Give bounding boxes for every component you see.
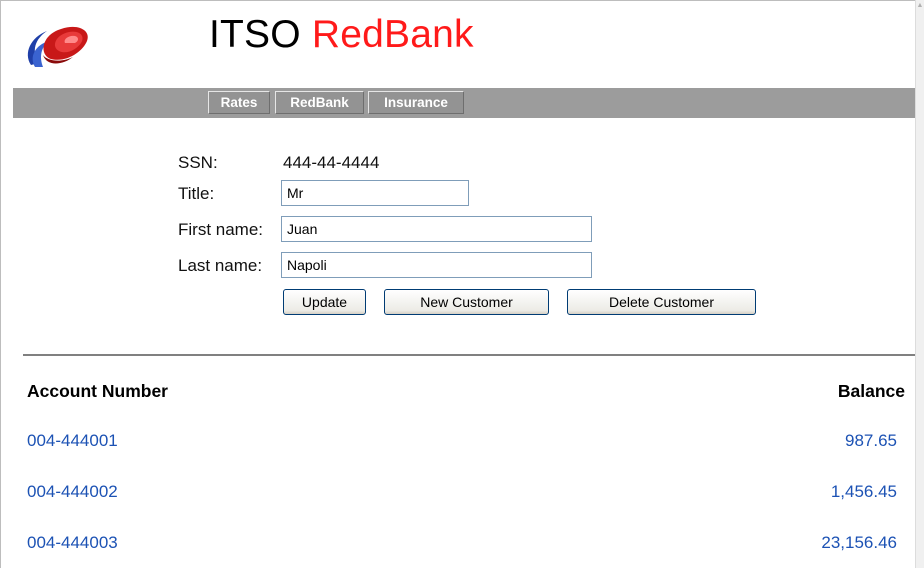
itso-swirl-logo-icon: [27, 26, 88, 67]
account-balance-1: 987.65: [845, 431, 897, 450]
title-field[interactable]: [281, 180, 469, 206]
app-title-redbank: RedBank: [311, 13, 474, 56]
account-link-3[interactable]: 004-444003: [27, 533, 118, 553]
tab-redbank[interactable]: RedBank: [275, 91, 364, 114]
section-divider: [23, 354, 916, 356]
last-name-field[interactable]: [281, 252, 592, 278]
delete-customer-button[interactable]: Delete Customer: [567, 289, 756, 315]
tab-rates[interactable]: Rates: [208, 91, 270, 114]
update-button[interactable]: Update: [283, 289, 366, 315]
app-title-itso: ITSO: [209, 13, 301, 56]
ssn-value: 444-44-4444: [283, 153, 380, 172]
account-link-2[interactable]: 004-444002: [27, 482, 118, 502]
account-balance-2: 1,456.45: [830, 482, 897, 501]
account-link-1[interactable]: 004-444001: [27, 431, 118, 451]
scroll-up-arrow-icon[interactable]: ▲: [916, 0, 924, 12]
balance-header: Balance: [837, 381, 905, 401]
last-name-label: Last name:: [178, 256, 263, 275]
nav-bar: Rates RedBank Insurance: [13, 88, 916, 118]
ssn-label: SSN:: [178, 153, 218, 172]
tab-insurance[interactable]: Insurance: [368, 91, 464, 114]
account-number-header: Account Number: [27, 381, 168, 401]
browser-content: ITSO RedBank Rates RedBank Insurance SSN…: [0, 0, 916, 568]
first-name-field[interactable]: [281, 216, 592, 242]
first-name-label: First name:: [178, 220, 264, 239]
app-title: ITSO RedBank: [209, 13, 474, 57]
new-customer-button[interactable]: New Customer: [384, 289, 549, 315]
account-balance-3: 23,156.46: [821, 533, 897, 552]
title-label: Title:: [178, 184, 215, 203]
vertical-scrollbar[interactable]: ▲: [915, 0, 924, 568]
